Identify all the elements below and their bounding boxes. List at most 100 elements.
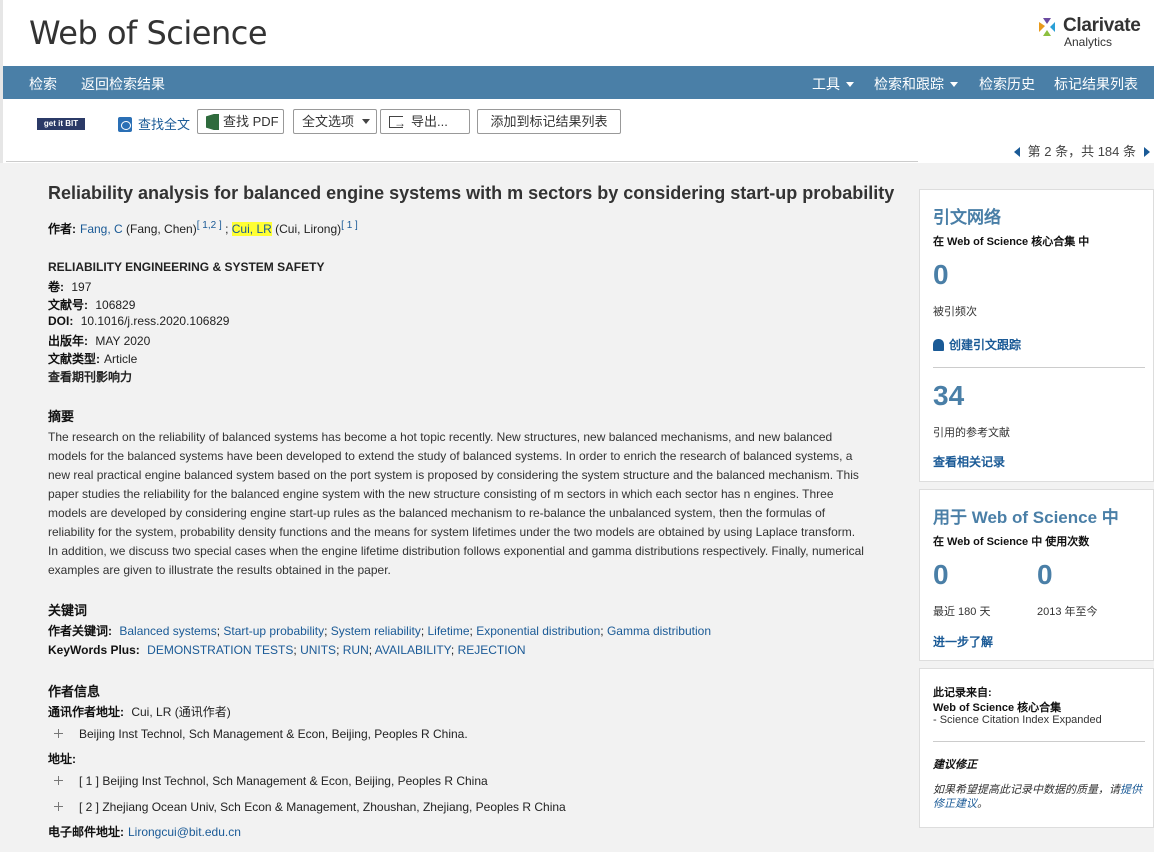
author-fang-full: (Fang, Chen): [122, 222, 197, 236]
find-fulltext-label: 查找全文: [138, 117, 191, 132]
find-pdf-button[interactable]: 查找 PDF: [197, 109, 284, 134]
year-value: MAY 2020: [95, 334, 151, 348]
bell-icon: [933, 339, 944, 351]
find-pdf-label: 查找 PDF: [223, 114, 279, 129]
address-row-2: [ 2 ] Zhejiang Ocean Univ, Sch Econ & Ma…: [48, 800, 566, 814]
times-cited-count[interactable]: 0: [933, 259, 949, 291]
nav-search-track-label: 检索和跟踪: [874, 76, 944, 92]
pager-text: 第 2 条，共 184 条: [1027, 144, 1136, 159]
volume-line: 卷: 197: [48, 278, 91, 295]
clarivate-mark-icon: [1039, 18, 1055, 36]
create-alert-label: 创建引文跟踪: [949, 338, 1022, 352]
keywords-plus-line: KeyWords Plus: DEMONSTRATION TESTS; UNIT…: [48, 643, 526, 657]
keyword-plus-link[interactable]: AVAILABILITY: [375, 643, 451, 657]
article-number-value: 106829: [95, 298, 136, 312]
article-number-line: 文献号: 106829: [48, 296, 135, 313]
keyword-plus-link[interactable]: UNITS: [300, 643, 336, 657]
keywords-heading: 关键词: [48, 603, 88, 618]
email-line: 电子邮件地址: Lirongcui@bit.edu.cn: [48, 823, 241, 840]
author-info-heading: 作者信息: [48, 684, 101, 699]
times-cited-label: 被引频次: [933, 306, 977, 318]
record-from-index: - Science Citation Index Expanded: [933, 714, 1102, 726]
citation-network-title: 引文网络: [933, 208, 1001, 227]
author-keywords-line: 作者关键词: Balanced systems; Start-up probab…: [48, 624, 711, 638]
keyword-link[interactable]: Gamma distribution: [607, 624, 711, 638]
doc-type-value: Article: [104, 352, 138, 366]
journal-impact-link[interactable]: 查看期刊影响力: [48, 368, 132, 385]
address-label: 地址:: [48, 752, 76, 766]
previous-record-icon[interactable]: [1013, 147, 1020, 157]
expand-plus-icon[interactable]: [54, 776, 63, 785]
web-of-science-logo[interactable]: Web of Science: [29, 14, 268, 52]
card-divider: [933, 367, 1145, 368]
nav-search-history[interactable]: 检索历史: [979, 74, 1035, 94]
suggest-text: 如果希望提高此记录中数据的质量，请: [933, 784, 1120, 796]
usage-180-days-count: 0: [933, 559, 949, 590]
suggest-correction-text: 如果希望提高此记录中数据的质量，请提供修正建议。: [933, 783, 1145, 811]
export-button[interactable]: 导出...: [380, 109, 470, 135]
fulltext-options-label: 全文选项: [302, 114, 355, 129]
doc-type-label: 文献类型:: [48, 352, 100, 366]
record-pager: 第 2 条，共 184 条: [1013, 141, 1150, 160]
nav-search-and-track[interactable]: 检索和跟踪: [874, 74, 958, 94]
getit-bit-button[interactable]: get it BIT: [37, 118, 85, 130]
keyword-plus-link[interactable]: RUN: [343, 643, 369, 657]
keyword-link[interactable]: Exponential distribution: [476, 624, 600, 638]
author-fang-affil[interactable]: [ 1,2 ]: [197, 220, 222, 231]
doi-value: 10.1016/j.ress.2020.106829: [80, 314, 230, 328]
keyword-plus-link[interactable]: REJECTION: [458, 643, 526, 657]
toolbar-divider: [6, 161, 918, 162]
add-to-marked-list-button[interactable]: 添加到标记结果列表: [477, 109, 621, 134]
corresponding-value: Cui, LR (通讯作者): [131, 705, 231, 719]
nav-tools[interactable]: 工具: [812, 74, 854, 94]
usage-title: 用于 Web of Science 中: [933, 508, 1119, 527]
expand-plus-icon[interactable]: [54, 729, 63, 738]
keyword-link[interactable]: System reliability: [331, 624, 421, 638]
keyword-link[interactable]: Lifetime: [428, 624, 470, 638]
corresponding-address-row: Beijing Inst Technol, Sch Management & E…: [48, 727, 468, 741]
address-row-1: [ 1 ] Beijing Inst Technol, Sch Manageme…: [48, 774, 488, 788]
cited-references-count[interactable]: 34: [933, 380, 964, 412]
fulltext-options-dropdown[interactable]: 全文选项: [293, 109, 377, 134]
view-related-records-link[interactable]: 查看相关记录: [933, 453, 1005, 470]
card-divider: [933, 741, 1145, 742]
email-link[interactable]: Lirongcui@bit.edu.cn: [128, 825, 241, 839]
author-keywords-label: 作者关键词:: [48, 624, 112, 638]
email-label: 电子邮件地址:: [48, 825, 124, 839]
learn-more-link[interactable]: 进一步了解: [933, 633, 993, 650]
keyword-plus-link[interactable]: DEMONSTRATION TESTS: [147, 643, 293, 657]
corresponding-label: 通讯作者地址:: [48, 705, 124, 719]
header: Web of Science Clarivate Analytics: [0, 0, 1154, 66]
chevron-down-icon: [846, 82, 854, 87]
address-label-line: 地址:: [48, 750, 80, 767]
keyword-link[interactable]: Start-up probability: [223, 624, 324, 638]
doc-type-line: 文献类型: Article: [48, 350, 137, 367]
export-icon: [389, 112, 406, 135]
address-2: [ 2 ] Zhejiang Ocean Univ, Sch Econ & Ma…: [79, 800, 566, 814]
next-record-icon[interactable]: [1144, 147, 1150, 157]
author-link-cui[interactable]: Cui, LR: [231, 222, 272, 236]
author-cui-affil[interactable]: [ 1 ]: [341, 220, 358, 231]
nav-search[interactable]: 检索: [29, 74, 57, 94]
usage-card: 用于 Web of Science 中 在 Web of Science 中 使…: [919, 489, 1154, 661]
authors-line: 作者: Fang, C (Fang, Chen)[ 1,2 ] ; Cui, LR…: [48, 220, 358, 237]
create-citation-alert-link[interactable]: 创建引文跟踪: [933, 336, 1021, 353]
pdf-icon: [206, 114, 219, 130]
year-line: 出版年: MAY 2020: [48, 332, 150, 349]
suggest-correction-heading: 建议修正: [933, 759, 977, 771]
record-source-card: 此记录来自: Web of Science 核心合集 - Science Cit…: [919, 668, 1154, 828]
expand-plus-icon[interactable]: [54, 802, 63, 811]
record-from-label: 此记录来自:: [933, 687, 992, 699]
clarivate-name: Clarivate: [1063, 15, 1141, 36]
volume-label: 卷:: [48, 280, 64, 294]
nav-marked-list[interactable]: 标记结果列表: [1054, 74, 1138, 94]
record-main: Reliability analysis for balanced engine…: [3, 163, 915, 852]
volume-value: 197: [71, 280, 92, 294]
record-title: Reliability analysis for balanced engine…: [48, 183, 895, 203]
nav-back-to-results[interactable]: 返回检索结果: [81, 74, 165, 94]
author-link-fang[interactable]: Fang, C: [80, 222, 123, 236]
usage-since-2013-label: 2013 年至今: [1037, 606, 1098, 618]
keyword-link[interactable]: Balanced systems: [119, 624, 216, 638]
keywords-plus-label: KeyWords Plus:: [48, 643, 140, 657]
find-fulltext-link[interactable]: 查找全文: [118, 114, 190, 133]
